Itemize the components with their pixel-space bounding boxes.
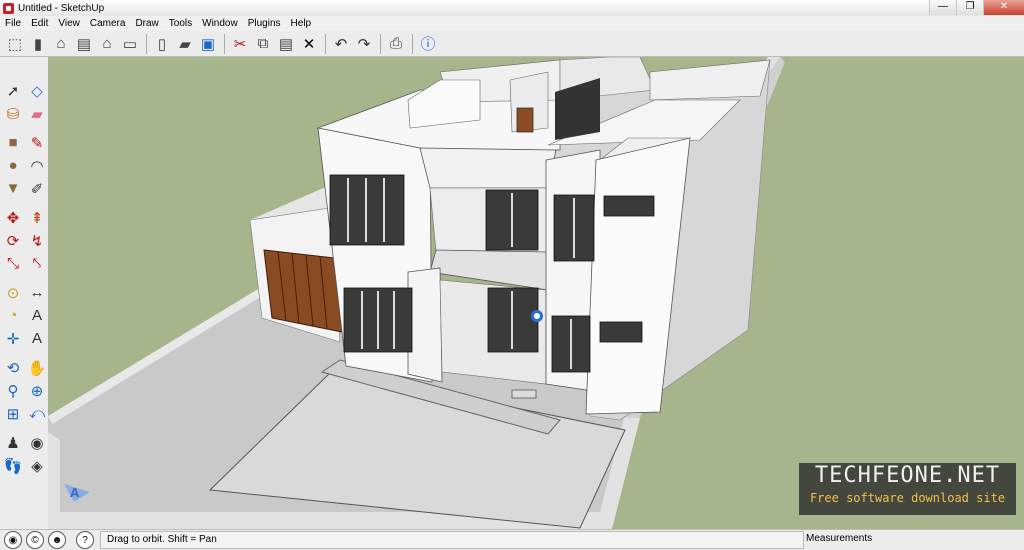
vent-lower	[599, 321, 643, 343]
menu-camera[interactable]: Camera	[85, 16, 131, 31]
model-viewport[interactable]: A TECHFEONE.NET Free software download s…	[48, 57, 1024, 529]
cut-icon[interactable]: ✂	[229, 33, 251, 55]
watermark-banner: TECHFEONE.NET Free software download sit…	[799, 463, 1016, 515]
protractor-icon[interactable]: ◔	[2, 304, 24, 327]
previous-view-icon[interactable]: ⤺	[26, 402, 48, 425]
text-label-icon[interactable]: A	[26, 304, 48, 327]
toolbar-separator	[380, 33, 381, 54]
measurements-label: Measurements	[806, 533, 873, 544]
status-message: Drag to orbit. Shift = Pan	[100, 531, 804, 549]
save-icon[interactable]: ▣	[197, 33, 219, 55]
home-view-icon[interactable]: ⌂	[50, 33, 72, 55]
credits-icon[interactable]: ©	[26, 531, 44, 549]
user-icon[interactable]: ☻	[48, 531, 66, 549]
walk-icon[interactable]: 👣	[2, 454, 24, 477]
sketchup-logo-icon	[3, 2, 14, 14]
window-title: Untitled - SketchUp	[18, 2, 105, 14]
eraser-icon[interactable]: ▰	[26, 102, 48, 125]
rectangle-icon[interactable]: ■	[2, 131, 24, 154]
print-icon[interactable]: ⎙	[385, 33, 407, 55]
make-component-icon[interactable]: ◇	[26, 79, 48, 102]
model-info-icon[interactable]: ⓘ	[417, 33, 439, 55]
line-pencil-icon[interactable]: ✎	[26, 131, 48, 154]
erase-x-icon[interactable]: ✕	[298, 33, 320, 55]
close-button[interactable]: ✕	[983, 0, 1024, 15]
polygon-icon[interactable]: ▼	[2, 177, 24, 200]
upper-door	[516, 107, 534, 133]
geo-location-icon[interactable]: ◉	[4, 531, 22, 549]
entrance-step	[511, 389, 537, 399]
menu-bar: File Edit View Camera Draw Tools Window Plugins…	[0, 16, 1024, 31]
top-view-icon[interactable]: ▭	[119, 33, 141, 55]
watermark-title: TECHFEONE.NET	[814, 463, 1001, 488]
minimize-button[interactable]: —	[929, 0, 956, 15]
paint-bucket-icon[interactable]: ⛁	[2, 102, 24, 125]
menu-view[interactable]: View	[53, 16, 85, 31]
new-file-icon[interactable]: ▯	[151, 33, 173, 55]
dimension-icon[interactable]: ↔	[26, 281, 48, 304]
zoom-window-icon[interactable]: ⊕	[26, 379, 48, 402]
tool-palette: ➚ ◇ ⛁ ▰ ■ ✎ ● ◠ ▼ ✐ ✥ ⇞ ⟳ ↯ ⤡ ⤣ ⊙ ↔ ◔ A ✛ A ⟲ ✋ ⚲ ⊕ ⊞ ⤺ ♟ ◉ 👣 ◈	[0, 57, 49, 529]
window-controls: — ❐ ✕	[929, 0, 1024, 16]
front-view-icon[interactable]: ▮	[27, 33, 49, 55]
orbit-cursor-icon	[531, 310, 543, 322]
select-arrow-icon[interactable]: ➚	[2, 79, 24, 102]
position-camera-icon[interactable]: ♟	[2, 431, 24, 454]
rotate-icon[interactable]: ⟳	[2, 229, 24, 252]
paste-icon[interactable]: ▤	[275, 33, 297, 55]
zoom-extents-icon[interactable]: ⊞	[2, 402, 24, 425]
house-outline-icon[interactable]: ⌂	[96, 33, 118, 55]
menu-tools[interactable]: Tools	[164, 16, 197, 31]
orbit-icon[interactable]: ⟲	[2, 356, 24, 379]
column-left	[407, 267, 443, 383]
freehand-icon[interactable]: ✐	[26, 177, 48, 200]
toolbar-separator	[412, 33, 413, 54]
look-around-icon[interactable]: ◉	[26, 431, 48, 454]
offset-icon[interactable]: ⤣	[26, 252, 48, 275]
3d-text-icon[interactable]: A	[26, 327, 48, 350]
iso-view-icon[interactable]: ⬚	[4, 33, 26, 55]
watermark-subtitle: Free software download site	[809, 491, 1006, 505]
menu-window[interactable]: Window	[197, 16, 243, 31]
menu-help[interactable]: Help	[286, 16, 317, 31]
toolbar-separator	[224, 33, 225, 54]
svg-text:A: A	[70, 486, 80, 500]
title-bar: Untitled - SketchUp — ❐ ✕	[0, 0, 1024, 17]
pan-hand-icon[interactable]: ✋	[26, 356, 48, 379]
menu-edit[interactable]: Edit	[26, 16, 53, 31]
menu-draw[interactable]: Draw	[130, 16, 163, 31]
redo-icon[interactable]: ↷	[353, 33, 375, 55]
vent-upper	[603, 195, 655, 217]
main-toolbar: ⬚ ▮ ⌂ ▤ ⌂ ▭ ▯ ▰ ▣ ✂ ⧉ ▤ ✕ ↶ ↷ ⎙ ⓘ	[0, 31, 1024, 57]
open-folder-icon[interactable]: ▰	[174, 33, 196, 55]
tape-measure-icon[interactable]: ⊙	[2, 281, 24, 304]
follow-me-icon[interactable]: ↯	[26, 229, 48, 252]
menu-file[interactable]: File	[0, 16, 26, 31]
undo-icon[interactable]: ↶	[330, 33, 352, 55]
push-pull-icon[interactable]: ⇞	[26, 206, 48, 229]
menu-plugins[interactable]: Plugins	[243, 16, 286, 31]
section-plane-icon[interactable]: ◈	[26, 454, 48, 477]
restore-button[interactable]: ❐	[956, 0, 983, 15]
house-model-scene[interactable]: A	[48, 57, 1024, 529]
toolbar-separator	[146, 33, 147, 54]
axes-icon[interactable]: ✛	[2, 327, 24, 350]
help-icon[interactable]: ?	[76, 531, 94, 549]
balcony-top	[419, 147, 557, 189]
arc-icon[interactable]: ◠	[26, 154, 48, 177]
copy-icon[interactable]: ⧉	[252, 33, 274, 55]
toolbar-separator	[325, 33, 326, 54]
circle-icon[interactable]: ●	[2, 154, 24, 177]
side-view-icon[interactable]: ▤	[73, 33, 95, 55]
status-bar: ◉ © ☻ ? Drag to orbit. Shift = Pan Measu…	[0, 529, 1024, 550]
zoom-icon[interactable]: ⚲	[2, 379, 24, 402]
scale-icon[interactable]: ⤡	[2, 252, 24, 275]
tool-grid: ➚ ◇ ⛁ ▰ ■ ✎ ● ◠ ▼ ✐ ✥ ⇞ ⟳ ↯ ⤡ ⤣ ⊙ ↔ ◔ A ✛ A ⟲ ✋ ⚲ ⊕ ⊞ ⤺ ♟ ◉ 👣 ◈	[0, 57, 48, 477]
move-icon[interactable]: ✥	[2, 206, 24, 229]
